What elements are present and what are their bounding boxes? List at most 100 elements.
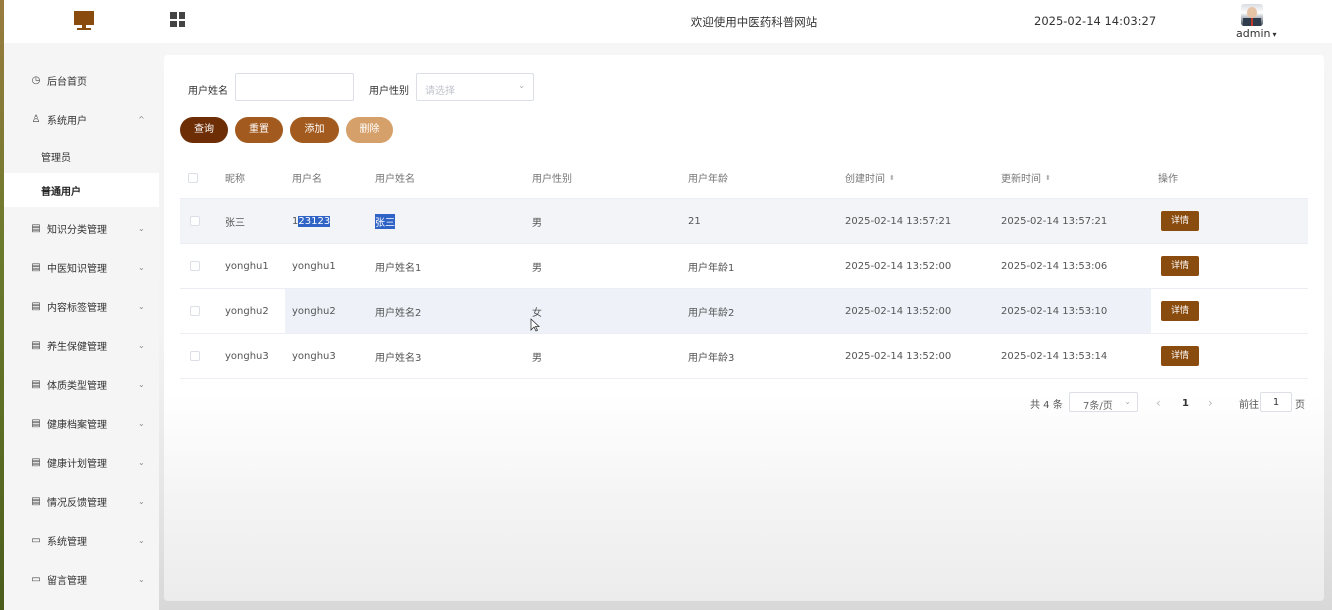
select-all-checkbox[interactable] xyxy=(188,172,198,183)
table-header-row: 昵称 用户名 用户姓名 用户性别 用户年龄 创建时间 ⬍ 更新时间 ⬍ 操作 xyxy=(180,157,1308,199)
sidebar-item-label: 养生保健管理 xyxy=(47,341,107,353)
row-checkbox[interactable] xyxy=(190,216,200,226)
sidebar-item-tcm-knowledge[interactable]: ▤ 中医知识管理 ⌄ xyxy=(4,248,159,286)
cell-nickname: yonghu3 xyxy=(225,350,269,362)
cell-updated: 2025-02-14 13:57:21 xyxy=(1001,215,1108,227)
row-checkbox[interactable] xyxy=(190,306,200,316)
page-number-current[interactable]: 1 xyxy=(1182,393,1189,413)
chevron-down-icon: ⌄ xyxy=(138,418,145,428)
avatar[interactable] xyxy=(1241,4,1263,26)
chevron-down-icon: ⌄ xyxy=(138,457,145,467)
selected-text: 23123 xyxy=(298,215,331,227)
sidebar-subitem-admins[interactable]: 管理员 xyxy=(4,139,159,173)
row-checkbox[interactable] xyxy=(190,351,200,361)
detail-button[interactable]: 详情 xyxy=(1161,346,1199,366)
chevron-down-icon: ⌄ xyxy=(138,574,145,584)
caret-down-icon: ▾ xyxy=(1272,30,1277,39)
detail-button[interactable]: 详情 xyxy=(1161,211,1199,231)
cell-age: 用户年龄2 xyxy=(688,307,735,319)
sidebar-item-content-tags[interactable]: ▤ 内容标签管理 ⌄ xyxy=(4,287,159,325)
sidebar-item-label: 体质类型管理 xyxy=(47,380,107,392)
delete-button[interactable]: 删除 xyxy=(346,117,393,143)
chevron-down-icon: ⌄ xyxy=(138,223,145,233)
col-gender: 用户性别 xyxy=(532,174,572,185)
sidebar-item-messages[interactable]: ▭ 留言管理 ⌄ xyxy=(4,560,159,598)
mouse-cursor-icon xyxy=(530,318,540,332)
sidebar-item-knowledge-category[interactable]: ▤ 知识分类管理 ⌄ xyxy=(4,209,159,247)
page-size-select[interactable]: 7条/页 ⌄ xyxy=(1069,392,1138,412)
sidebar-item-home[interactable]: ◷ 后台首页 xyxy=(4,61,159,99)
cell-age: 21 xyxy=(688,215,701,227)
sidebar-subitem-normal-users[interactable]: 普通用户 xyxy=(4,173,159,207)
sort-icon[interactable]: ⬍ xyxy=(889,174,895,182)
next-page-icon[interactable]: › xyxy=(1208,393,1213,413)
cell-realname: 用户姓名1 xyxy=(375,262,422,274)
selected-text: 张三 xyxy=(375,213,395,229)
cell-nickname: yonghu1 xyxy=(225,260,269,272)
list-icon: ▤ xyxy=(31,222,41,234)
col-realname: 用户姓名 xyxy=(375,174,415,185)
user-icon: ♙ xyxy=(31,113,41,125)
cell-nickname: yonghu2 xyxy=(225,305,269,317)
sidebar-item-system-management[interactable]: ▭ 系统管理 ⌄ xyxy=(4,521,159,559)
table-row[interactable]: yonghu2 yonghu2 用户姓名2 女 用户年龄2 2025-02-14… xyxy=(180,289,1308,334)
sidebar-item-feedback[interactable]: ▤ 情况反馈管理 ⌄ xyxy=(4,482,159,520)
col-created[interactable]: 创建时间 ⬍ xyxy=(845,157,895,198)
col-updated-label: 更新时间 xyxy=(1001,174,1041,185)
gender-select-placeholder: 请选择 xyxy=(425,86,455,97)
row-checkbox[interactable] xyxy=(190,261,200,271)
cell-realname: 用户姓名3 xyxy=(375,352,422,364)
cell-realname: 用户姓名2 xyxy=(375,307,422,319)
table-row[interactable]: 张三 1 23123 张三 男 21 2025-02-14 13:57:21 20… xyxy=(180,199,1308,244)
users-table: 昵称 用户名 用户姓名 用户性别 用户年龄 创建时间 ⬍ 更新时间 ⬍ 操作 张三 … xyxy=(180,157,1308,379)
sidebar-item-system-users[interactable]: ♙ 系统用户 ^ xyxy=(4,100,159,138)
sort-icon[interactable]: ⬍ xyxy=(1045,174,1051,182)
sidebar-item-label: 健康计划管理 xyxy=(47,458,107,470)
col-username: 用户名 xyxy=(292,174,322,185)
folder-icon: ▭ xyxy=(31,534,41,546)
user-menu[interactable]: admin ▾ xyxy=(1236,27,1276,40)
cell-created: 2025-02-14 13:52:00 xyxy=(845,350,952,362)
sidebar-item-health-plans[interactable]: ▤ 健康计划管理 ⌄ xyxy=(4,443,159,481)
col-updated[interactable]: 更新时间 ⬍ xyxy=(1001,157,1051,198)
cell-age: 用户年龄3 xyxy=(688,352,735,364)
table-row[interactable]: yonghu3 yonghu3 用户姓名3 男 用户年龄3 2025-02-14… xyxy=(180,334,1308,379)
detail-button[interactable]: 详情 xyxy=(1161,301,1199,321)
goto-page-input[interactable] xyxy=(1260,392,1292,412)
computer-logo-icon xyxy=(71,11,97,31)
cell-updated: 2025-02-14 13:53:10 xyxy=(1001,305,1108,317)
cell-gender: 男 xyxy=(532,217,542,229)
name-search-input[interactable] xyxy=(235,73,354,101)
chevron-down-icon: ⌄ xyxy=(1124,397,1131,406)
gender-select[interactable]: 请选择 ⌄ xyxy=(416,73,534,101)
sidebar-item-label: 情况反馈管理 xyxy=(47,497,107,509)
chevron-down-icon: ⌄ xyxy=(138,340,145,350)
chevron-up-icon: ^ xyxy=(138,114,145,124)
list-icon: ▤ xyxy=(31,378,41,390)
detail-button[interactable]: 详情 xyxy=(1161,256,1199,276)
query-button[interactable]: 查询 xyxy=(180,117,228,143)
add-button[interactable]: 添加 xyxy=(290,117,339,143)
grid-menu-icon[interactable] xyxy=(170,12,185,27)
cell-realname: 张三 xyxy=(375,199,395,243)
reset-button[interactable]: 重置 xyxy=(235,117,283,143)
list-icon: ▤ xyxy=(31,495,41,507)
prev-page-icon[interactable]: ‹ xyxy=(1156,393,1161,413)
sidebar-item-health-records[interactable]: ▤ 健康档案管理 ⌄ xyxy=(4,404,159,442)
sidebar-item-constitution-types[interactable]: ▤ 体质类型管理 ⌄ xyxy=(4,365,159,403)
sidebar-item-health-care[interactable]: ▤ 养生保健管理 ⌄ xyxy=(4,326,159,364)
goto-label: 前往 xyxy=(1239,399,1259,411)
cell-gender: 男 xyxy=(532,352,542,364)
clock-icon: ◷ xyxy=(31,74,41,86)
table-row[interactable]: yonghu1 yonghu1 用户姓名1 男 用户年龄1 2025-02-14… xyxy=(180,244,1308,289)
cell-username: yonghu1 xyxy=(292,260,336,272)
chevron-down-icon: ⌄ xyxy=(518,81,525,90)
col-nickname: 昵称 xyxy=(225,174,245,185)
cell-created: 2025-02-14 13:52:00 xyxy=(845,305,952,317)
current-datetime: 2025-02-14 14:03:27 xyxy=(1034,14,1157,28)
cell-username: 1 23123 xyxy=(292,199,331,243)
cell-nickname: 张三 xyxy=(225,217,245,229)
main-panel: 用户姓名 用户性别 请选择 ⌄ 查询 重置 添加 删除 昵称 用户名 用户姓名 … xyxy=(164,55,1324,601)
cell-updated: 2025-02-14 13:53:14 xyxy=(1001,350,1108,362)
sidebar-item-label: 知识分类管理 xyxy=(47,224,107,236)
